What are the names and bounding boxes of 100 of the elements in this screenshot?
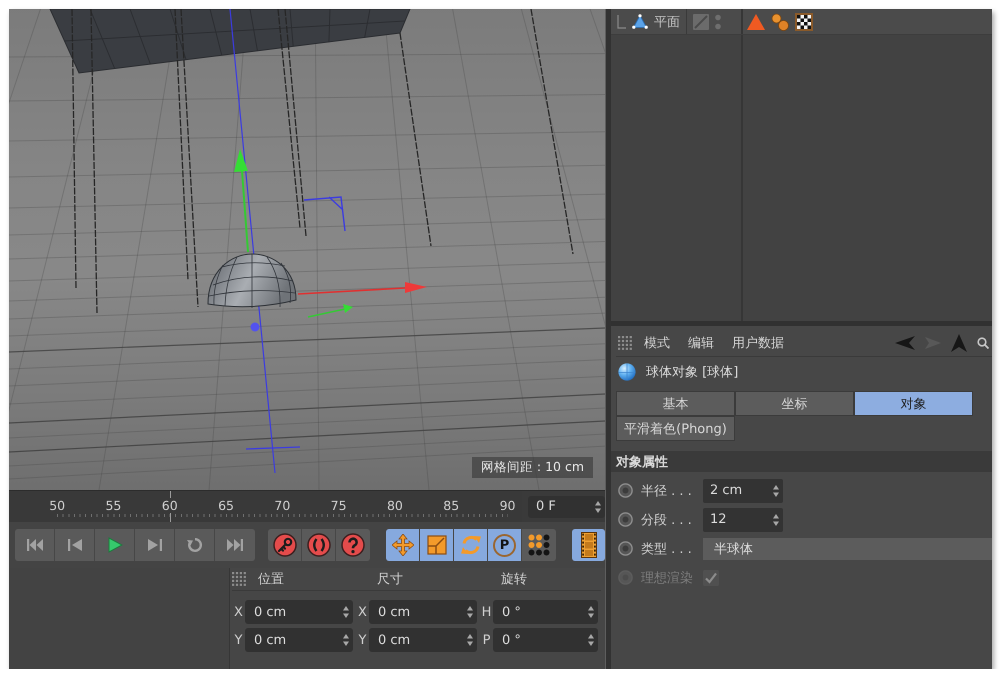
scale-tool-button[interactable] bbox=[420, 529, 454, 561]
timeline-window-button[interactable] bbox=[572, 529, 605, 561]
go-to-start-button[interactable] bbox=[15, 529, 55, 561]
skip-forward-icon bbox=[226, 537, 244, 553]
loop-icon bbox=[186, 537, 202, 553]
corner-bracket bbox=[303, 196, 346, 232]
type-dropdown[interactable]: 半球体 bbox=[703, 538, 992, 560]
parameter-label: 分段 . . . bbox=[641, 512, 693, 528]
menu-item[interactable]: 用户数据 bbox=[732, 334, 784, 352]
balls-icon bbox=[771, 12, 789, 30]
next-frame-button[interactable] bbox=[135, 529, 175, 561]
grid-spacing-label: 网格间距 : 10 cm bbox=[472, 457, 593, 478]
skip-back-icon bbox=[26, 537, 44, 553]
play-icon bbox=[106, 537, 122, 553]
menu-item[interactable]: 编辑 bbox=[688, 334, 714, 352]
go-to-end-button[interactable] bbox=[215, 529, 255, 561]
menu-item[interactable]: 模式 bbox=[644, 334, 670, 352]
small-arrow[interactable] bbox=[308, 304, 353, 318]
object-title: 球体对象 [球体] bbox=[646, 364, 738, 381]
frame-number: 80 bbox=[386, 498, 404, 513]
spinner-arrows-icon bbox=[595, 500, 601, 512]
number-field[interactable]: 2 cm bbox=[703, 478, 783, 502]
coordinate-system-button[interactable]: P bbox=[488, 529, 522, 561]
frame-number: 90 bbox=[498, 498, 516, 513]
axis-label: Y bbox=[234, 632, 242, 648]
spinner-arrows-icon bbox=[773, 514, 779, 526]
viewport[interactable]: 网格间距 : 10 cm bbox=[9, 9, 605, 490]
scale-icon bbox=[426, 535, 446, 555]
previous-frame-button[interactable] bbox=[55, 529, 95, 561]
tab[interactable]: 基本 bbox=[616, 391, 735, 416]
arcs-icon bbox=[306, 533, 330, 557]
up-arrow[interactable] bbox=[234, 149, 249, 252]
axis-label: P bbox=[482, 632, 490, 648]
column-header: 尺寸 bbox=[377, 571, 403, 588]
step-forward-icon bbox=[146, 537, 162, 553]
frame-number: 55 bbox=[104, 498, 122, 513]
play-button[interactable] bbox=[95, 529, 135, 561]
frame-number: 65 bbox=[217, 498, 235, 513]
spinner-arrows-icon bbox=[588, 634, 594, 646]
spinner-arrows-icon bbox=[773, 484, 779, 496]
rotate-tool-button[interactable] bbox=[454, 529, 488, 561]
object-name: 平面 bbox=[654, 14, 680, 30]
search-icon[interactable] bbox=[977, 337, 989, 349]
sphere-icon bbox=[618, 363, 636, 381]
keyframe-radio-button[interactable] bbox=[618, 541, 633, 556]
triangle-vertices-icon bbox=[632, 14, 648, 29]
spinner-arrows-icon bbox=[343, 634, 349, 646]
coordinate-field[interactable]: 0 cm bbox=[369, 600, 477, 624]
coordinate-field[interactable]: 0 cm bbox=[369, 628, 477, 652]
coordinate-field[interactable]: 0 ° bbox=[493, 600, 598, 624]
coordinate-field[interactable]: 0 ° bbox=[493, 628, 598, 652]
parameter-label: 类型 . . . bbox=[641, 540, 693, 558]
record-key-button[interactable] bbox=[268, 529, 302, 561]
coordinate-field[interactable]: 0 cm bbox=[245, 600, 353, 624]
spinner-arrows-icon bbox=[588, 606, 594, 618]
points-mode-button[interactable] bbox=[522, 529, 556, 561]
move-tool-button[interactable] bbox=[386, 529, 420, 561]
help-icon bbox=[341, 533, 365, 557]
loop-button[interactable] bbox=[175, 529, 215, 561]
section-header: 对象属性 bbox=[611, 451, 992, 472]
frame-number: 85 bbox=[442, 498, 460, 513]
spinner-arrows-icon bbox=[467, 634, 473, 646]
keyframe-radio-button[interactable] bbox=[618, 512, 633, 527]
handle-dot[interactable] bbox=[250, 322, 260, 332]
move-icon bbox=[392, 534, 414, 556]
axis-label: H bbox=[482, 604, 492, 620]
two-dots-icon[interactable] bbox=[715, 14, 721, 30]
autokey-button[interactable] bbox=[302, 529, 336, 561]
coordinate-field[interactable]: 0 cm bbox=[245, 628, 353, 652]
keyframe-radio-button[interactable] bbox=[618, 483, 633, 498]
dotted-grid-icon bbox=[618, 336, 632, 350]
axis-label: Y bbox=[358, 632, 366, 648]
rotate-icon bbox=[460, 534, 482, 556]
tree-connector-icon bbox=[617, 14, 626, 28]
tab[interactable]: 对象 bbox=[854, 391, 973, 416]
axis-label: X bbox=[358, 604, 367, 620]
axis-label: X bbox=[234, 604, 243, 620]
frame-number: 70 bbox=[273, 498, 292, 513]
back-arrow-icon[interactable] bbox=[895, 336, 915, 350]
help-button[interactable] bbox=[336, 529, 370, 561]
frame-number: 50 bbox=[48, 498, 66, 513]
number-field[interactable]: 12 bbox=[703, 508, 783, 532]
film-strip-icon bbox=[580, 532, 596, 558]
parameter-label: 半径 . . . bbox=[641, 482, 693, 500]
frame-number: 60 bbox=[160, 498, 179, 513]
spinner-arrows-icon bbox=[343, 606, 349, 618]
frame-field[interactable]: 0 F bbox=[528, 496, 605, 518]
tab[interactable]: 平滑着色(Phong) bbox=[616, 416, 735, 441]
spinner-arrows-icon bbox=[467, 606, 473, 618]
checker-icon bbox=[795, 12, 813, 30]
dot-grid-icon bbox=[528, 534, 550, 556]
triangle-icon bbox=[747, 14, 765, 30]
column-header: 位置 bbox=[258, 571, 284, 588]
object-row[interactable]: 平面 bbox=[611, 9, 992, 35]
step-back-icon bbox=[66, 537, 82, 553]
dotted-grid-icon bbox=[232, 572, 246, 586]
frame-number: 75 bbox=[330, 498, 348, 513]
tab[interactable]: 坐标 bbox=[735, 391, 854, 416]
column-header: 旋转 bbox=[501, 571, 527, 588]
up-arrow-icon[interactable] bbox=[951, 334, 967, 352]
